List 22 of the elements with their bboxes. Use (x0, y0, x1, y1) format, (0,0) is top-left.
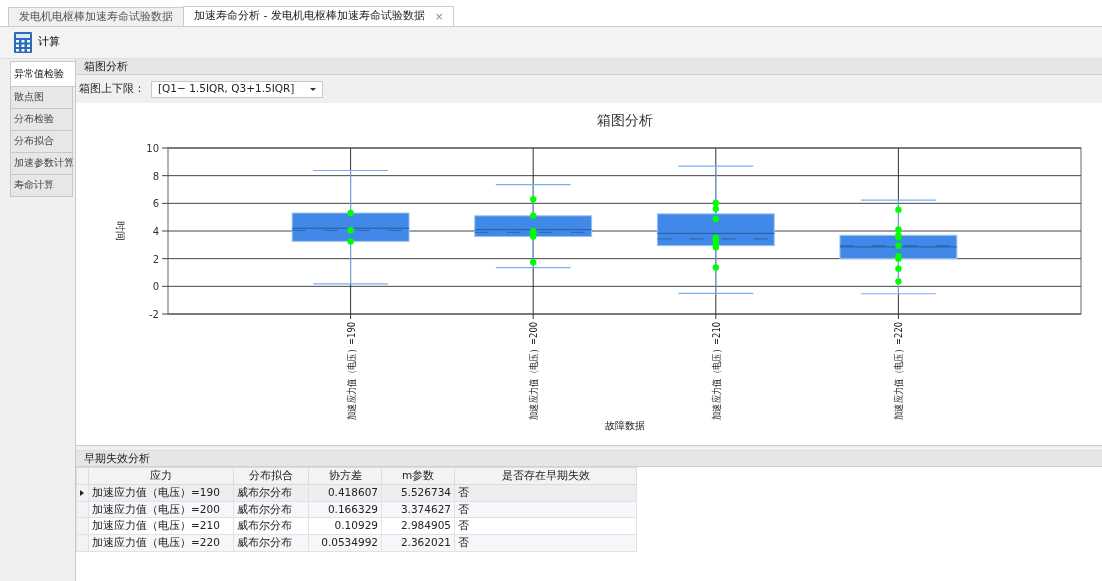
category-label: 加速应力值（电压）=210 (710, 302, 722, 420)
table-cell: 否 (454, 517, 637, 535)
axis-tick-label: 8 (152, 170, 159, 182)
category-label: 加速应力值（电压）=200 (528, 302, 540, 420)
table-cell: 加速应力值（电压）=210 (88, 517, 234, 535)
axis-tick-label: -2 (149, 309, 159, 320)
table-cell: 2.984905 (381, 517, 455, 535)
axis-title: 时间 (115, 221, 126, 241)
table-cell: 威布尔分布 (233, 517, 309, 535)
field-label: 箱图上下限： (79, 81, 145, 97)
axis-tick-label: 0 (152, 281, 159, 293)
chart-title: 箱图分析 (596, 112, 653, 128)
axis-tick-label: 6 (152, 198, 159, 210)
category-label: 加速应力值（电压）=220 (893, 302, 905, 420)
axis-tick-label: 2 (152, 253, 159, 265)
category-label: 加速应力值（电压）=190 (345, 302, 357, 420)
panel-title: 箱图分析 (84, 58, 128, 74)
axis-tick-label: 4 (152, 226, 159, 237)
panel-title: 早期失效分析 (84, 450, 150, 466)
axis-title: 故障数据 (604, 420, 645, 431)
table-cell: 0.10929 (308, 517, 382, 535)
axis-tick-label: 10 (146, 143, 159, 154)
